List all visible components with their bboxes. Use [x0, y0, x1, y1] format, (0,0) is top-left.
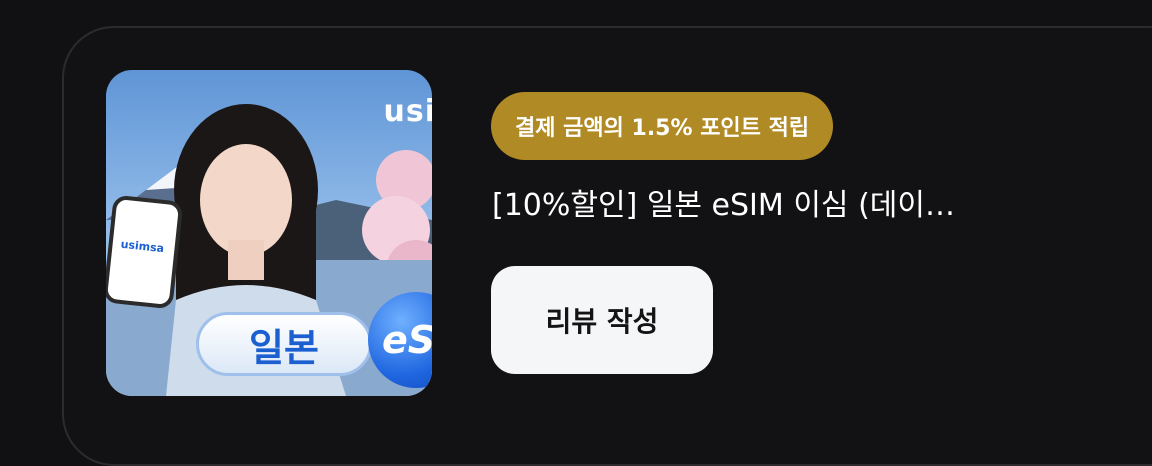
- country-label: 일본: [196, 312, 372, 376]
- points-badge: 결제 금액의 1.5% 포인트 적립: [491, 92, 834, 160]
- write-review-button[interactable]: 리뷰 작성: [491, 266, 713, 374]
- product-title[interactable]: [10%할인] 일본 eSIM 이심 (데이…: [492, 184, 1112, 228]
- product-thumbnail[interactable]: usi usimsa 일본 eS: [106, 70, 432, 396]
- phone-brand-text: usimsa: [120, 237, 165, 256]
- brand-logo-text: usi: [383, 94, 433, 129]
- phone-image: usimsa: [106, 194, 184, 310]
